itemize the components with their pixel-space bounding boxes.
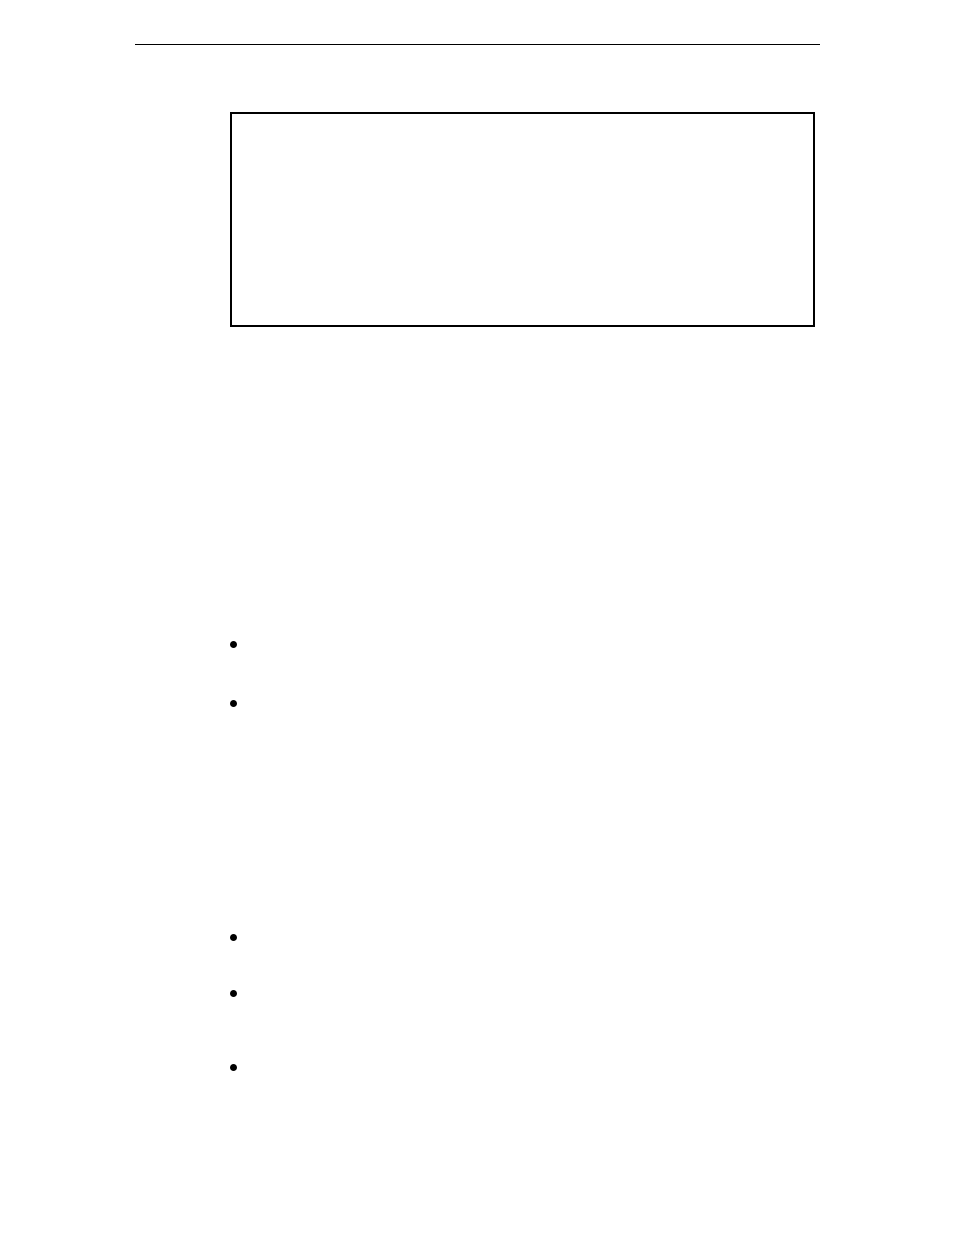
bullet-list-b <box>230 928 256 1078</box>
list-item <box>230 694 256 714</box>
list-item <box>230 1058 256 1078</box>
bullet-list-a <box>230 635 256 714</box>
list-item <box>230 635 256 655</box>
list-item <box>230 984 256 1004</box>
boxed-region <box>230 112 815 327</box>
page-container <box>135 44 820 45</box>
list-item <box>230 928 256 948</box>
header-rule <box>135 44 820 45</box>
